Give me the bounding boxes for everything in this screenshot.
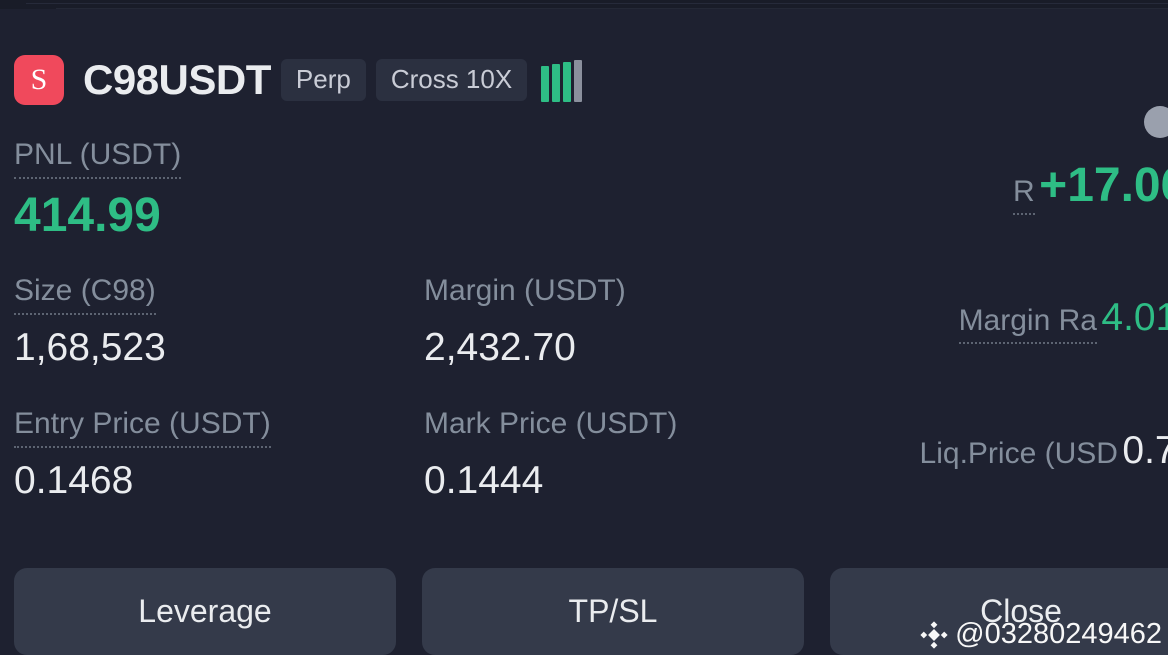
stat-liq-price: Liq.Price (USD 0.749 [820, 409, 1168, 542]
stat-size: Size (C98) 1,68,523 [0, 274, 410, 409]
stat-margin-ratio-value: 4.01% [1101, 296, 1168, 339]
user-avatar-icon[interactable] [1144, 106, 1168, 138]
stat-margin-label: Margin (USDT) [424, 274, 626, 307]
stat-mark-price-label: Mark Price (USDT) [424, 407, 678, 440]
stat-spacer [410, 140, 820, 276]
stat-roi-label[interactable]: R [1013, 177, 1035, 215]
leverage-button[interactable]: Leverage [14, 568, 396, 655]
stat-roi: R +17.06% [820, 140, 1168, 276]
stat-margin: Margin (USDT) 2,432.70 [410, 276, 820, 409]
close-position-button[interactable]: Close [830, 568, 1168, 655]
stat-mark-price-value: 0.1444 [424, 459, 544, 502]
pair-symbol-title: C98USDT [83, 56, 271, 103]
stat-liq-price-label: Liq.Price (USD [919, 437, 1118, 470]
position-stats-grid: PNL (USDT) 414.99 R +17.06% Size (C98) 1… [0, 138, 1168, 542]
stat-entry-price-label[interactable]: Entry Price (USDT) [14, 407, 271, 448]
stat-pnl-value: 414.99 [14, 189, 161, 242]
stat-mark-price: Mark Price (USDT) 0.1444 [410, 409, 820, 542]
pair-header: S C98USDT Perp Cross 10X [0, 44, 1168, 138]
stat-size-label[interactable]: Size (C98) [14, 274, 156, 315]
stat-margin-value: 2,432.70 [424, 326, 576, 369]
stat-pnl-label[interactable]: PNL (USDT) [14, 138, 182, 179]
top-divider-line [26, 3, 1168, 4]
stats-row-pnl: PNL (USDT) 414.99 R +17.06% [0, 138, 1168, 276]
stats-row-prices: Entry Price (USDT) 0.1468 Mark Price (US… [0, 407, 1168, 542]
stat-pnl: PNL (USDT) 414.99 [0, 138, 410, 276]
stat-entry-price-value: 0.1468 [14, 459, 134, 502]
tpsl-button[interactable]: TP/SL [422, 568, 804, 655]
top-divider-line-secondary [56, 8, 1168, 9]
stat-size-value: 1,68,523 [14, 326, 166, 369]
top-status-strip [0, 0, 1168, 9]
stat-entry-price: Entry Price (USDT) 0.1468 [0, 407, 410, 542]
stat-margin-ratio: Margin Ra 4.01% [820, 276, 1168, 409]
stat-margin-ratio-label[interactable]: Margin Ra [958, 306, 1097, 344]
stat-roi-value: +17.06% [1039, 159, 1168, 212]
stat-liq-price-value: 0.749 [1122, 429, 1168, 472]
position-detail-screen: S C98USDT Perp Cross 10X PNL (USDT) 414.… [0, 0, 1168, 655]
stats-row-size-margin: Size (C98) 1,68,523 Margin (USDT) 2,432.… [0, 274, 1168, 409]
token-logo-icon: S [14, 55, 64, 105]
margin-mode-leverage-badge[interactable]: Cross 10X [375, 59, 528, 101]
signal-bars-icon [541, 58, 583, 102]
action-button-bar: Leverage TP/SL Close [0, 568, 1168, 655]
contract-type-badge[interactable]: Perp [280, 59, 366, 101]
